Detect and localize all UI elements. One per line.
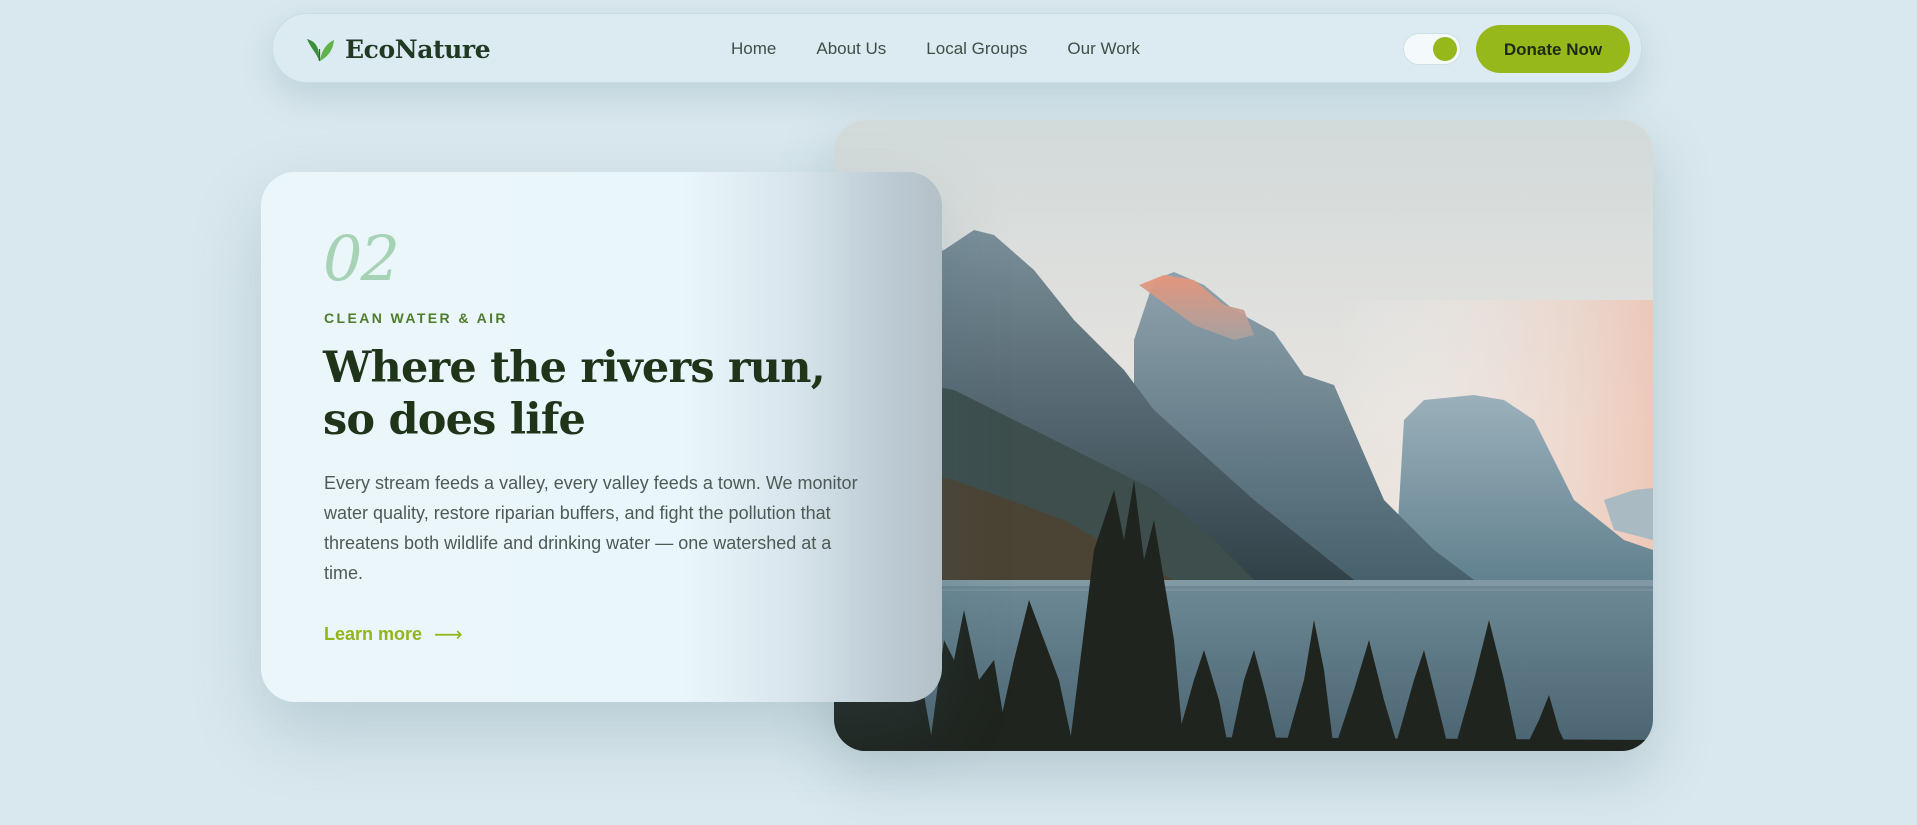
main-nav: Home About Us Local Groups Our Work — [731, 39, 1180, 59]
brand-name: EcoNature — [345, 34, 491, 64]
feature-card: 02 CLEAN WATER & AIR Where the rivers ru… — [261, 172, 942, 702]
arrow-right-icon: ⟶ — [434, 622, 463, 646]
donate-button[interactable]: Donate Now — [1476, 25, 1630, 73]
leaf-icon — [307, 39, 334, 61]
hero-image — [834, 120, 1653, 751]
nav-link-our-work[interactable]: Our Work — [1067, 39, 1139, 59]
section-eyebrow: CLEAN WATER & AIR — [324, 310, 508, 326]
nav-link-home[interactable]: Home — [731, 39, 776, 59]
toggle-knob — [1433, 37, 1457, 61]
nav-link-about-us[interactable]: About Us — [816, 39, 886, 59]
section-number: 02 — [323, 222, 400, 295]
nav-link-local-groups[interactable]: Local Groups — [926, 39, 1027, 59]
landscape-illustration — [834, 120, 1653, 751]
learn-more-label: Learn more — [324, 623, 423, 644]
learn-more-link[interactable]: Learn more ⟶ — [324, 622, 463, 646]
top-navbar: EcoNature Home About Us Local Groups Our… — [272, 13, 1642, 83]
theme-toggle[interactable] — [1403, 33, 1461, 65]
section-description: Every stream feeds a valley, every valle… — [324, 473, 858, 583]
section-title: Where the rivers run, so does life — [323, 343, 826, 445]
brand-logo[interactable]: EcoNature — [305, 32, 491, 66]
